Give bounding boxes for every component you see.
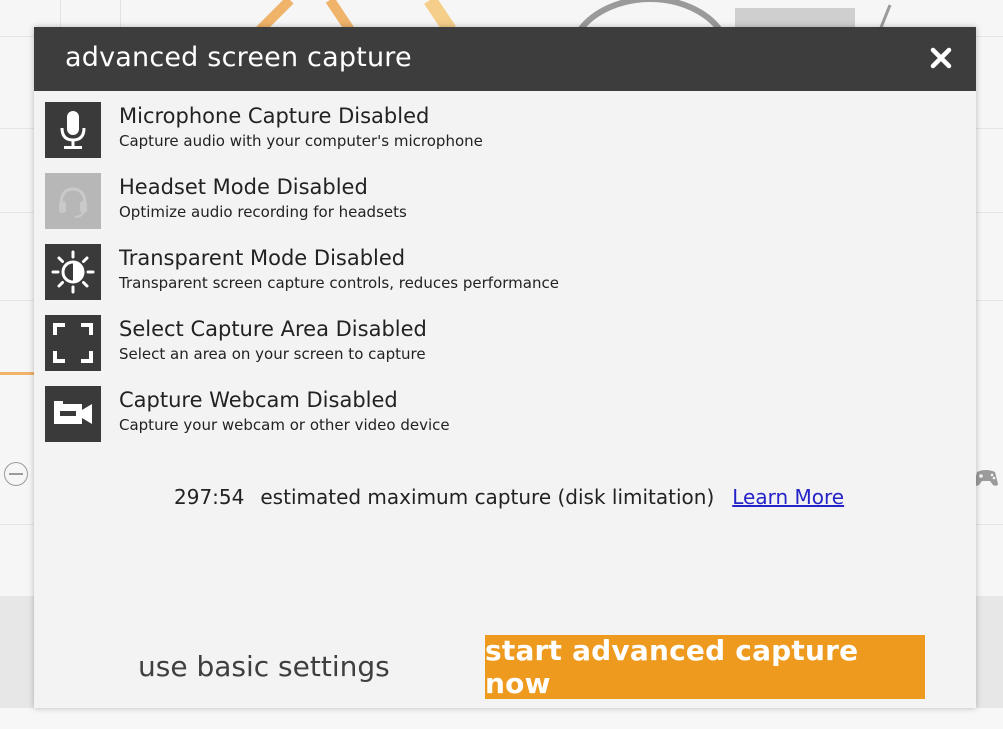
option-title: Transparent Mode Disabled <box>119 246 406 270</box>
advanced-capture-dialog: advanced screen capture Microphone Captu… <box>34 27 976 708</box>
option-description: Capture your webcam or other video devic… <box>119 416 450 434</box>
select-area-icon <box>53 323 93 363</box>
estimate-time: 297:54 <box>174 485 245 509</box>
webcam-icon-box[interactable] <box>45 386 101 442</box>
option-title: Select Capture Area Disabled <box>119 317 427 341</box>
webcam-icon <box>54 401 92 424</box>
close-icon <box>930 47 952 69</box>
brightness-icon-box[interactable] <box>45 244 101 300</box>
select-area-icon-box[interactable] <box>45 315 101 371</box>
microphone-icon <box>60 111 86 149</box>
option-title: Microphone Capture Disabled <box>119 104 430 128</box>
dialog-title: advanced screen capture <box>65 42 412 73</box>
start-button-label: start advanced capture now <box>485 634 859 700</box>
option-microphone[interactable]: Microphone Capture Disabled Capture audi… <box>45 102 559 173</box>
option-transparent-mode[interactable]: Transparent Mode Disabled Transparent sc… <box>45 244 559 315</box>
learn-more-link[interactable]: Learn More <box>732 485 844 509</box>
option-headset[interactable]: Headset Mode Disabled Optimize audio rec… <box>45 173 559 244</box>
headset-icon-box[interactable] <box>45 173 101 229</box>
dialog-titlebar: advanced screen capture <box>34 27 976 91</box>
option-title: Capture Webcam Disabled <box>119 388 398 412</box>
option-title: Headset Mode Disabled <box>119 175 368 199</box>
brightness-icon <box>51 250 95 294</box>
background-shapes <box>256 0 892 30</box>
capture-estimate: 297:54 estimated maximum capture (disk li… <box>174 485 844 509</box>
gamepad-icon <box>974 470 998 486</box>
headset-icon <box>59 187 87 218</box>
option-webcam[interactable]: Capture Webcam Disabled Capture your web… <box>45 386 559 457</box>
use-basic-settings-button[interactable]: use basic settings <box>138 650 390 683</box>
background-orange-line <box>0 372 34 375</box>
option-select-area[interactable]: Select Capture Area Disabled Select an a… <box>45 315 559 386</box>
close-button[interactable] <box>924 41 958 75</box>
option-description: Capture audio with your computer's micro… <box>119 132 483 150</box>
option-description: Optimize audio recording for headsets <box>119 203 407 221</box>
option-description: Transparent screen capture controls, red… <box>119 274 559 292</box>
background-minus-icon <box>4 462 28 486</box>
microphone-icon-box[interactable] <box>45 102 101 158</box>
estimate-text: estimated maximum capture (disk limitati… <box>260 485 715 509</box>
background-bottom-strip <box>0 708 1003 729</box>
option-description: Select an area on your screen to capture <box>119 345 426 363</box>
capture-options-list: Microphone Capture Disabled Capture audi… <box>45 102 559 457</box>
start-advanced-capture-button[interactable]: start advanced capture now <box>485 634 925 700</box>
